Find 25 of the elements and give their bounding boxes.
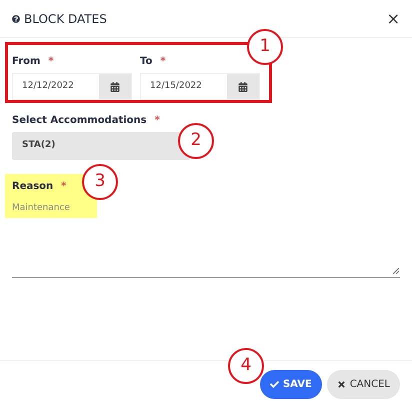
required-mark: *	[160, 55, 166, 69]
dialog-title: BLOCK DATES	[24, 10, 107, 28]
required-mark: *	[61, 180, 66, 194]
date-field[interactable]: 12/12/2022	[12, 73, 132, 100]
callout-number: 3	[82, 164, 118, 200]
date-field[interactable]: 12/15/2022	[140, 73, 260, 100]
save-button[interactable]: SAVE	[260, 370, 322, 399]
cancel-button[interactable]: CANCEL	[326, 370, 400, 399]
calendar-icon[interactable]	[110, 82, 120, 92]
field-label: Reason	[12, 180, 54, 194]
calendar-icon[interactable]	[238, 82, 248, 92]
callout-number: 2	[178, 123, 214, 159]
help-icon	[12, 14, 20, 22]
required-mark: *	[48, 55, 54, 69]
field-label: From	[12, 55, 40, 69]
resize-handle-icon[interactable]	[393, 268, 399, 274]
field-label: Select Accommodations	[12, 114, 147, 128]
close-button[interactable]: ×	[386, 10, 400, 26]
field-label: To	[140, 55, 152, 69]
callout-number: 4	[228, 348, 264, 384]
check-icon	[270, 380, 279, 389]
accommodations-select[interactable]: STA(2)	[12, 132, 190, 160]
callout-number: 1	[247, 29, 283, 65]
required-mark: *	[154, 114, 160, 128]
close-icon	[336, 380, 346, 389]
